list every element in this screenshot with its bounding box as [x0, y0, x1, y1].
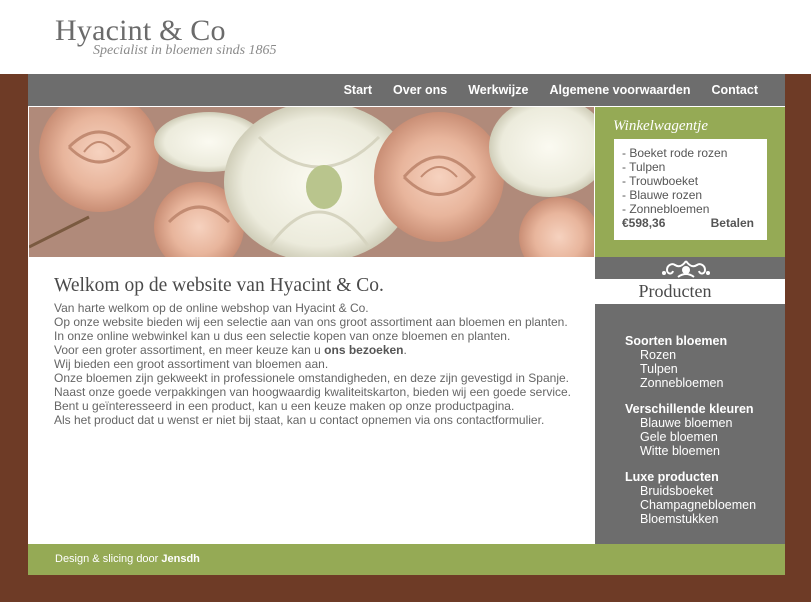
intro-line: Wij bieden een groot assortiment van blo… — [54, 357, 329, 371]
products-sidebar: Producten Soorten bloemen Rozen Tulpen Z… — [595, 257, 785, 544]
shopping-cart: Winkelwagentje - Boeket rode rozen - Tul… — [595, 107, 785, 257]
cart-total: €598,36 — [622, 216, 666, 230]
category-soorten: Soorten bloemen Rozen Tulpen Zonnebloeme… — [625, 334, 756, 390]
intro-line: Bent u geïnteresseerd in een product, ka… — [54, 399, 515, 413]
category-heading[interactable]: Soorten bloemen — [625, 334, 756, 348]
visit-text: Voor een groter assortiment, en meer keu… — [54, 343, 325, 357]
intro-line: Voor een groter assortiment, en meer keu… — [54, 343, 574, 357]
cart-box: - Boeket rode rozen - Tulpen - Trouwboek… — [614, 139, 767, 240]
category-luxe: Luxe producten Bruidsboeket Champagneblo… — [625, 470, 756, 526]
page-frame: Start Over ons Werkwijze Algemene voorwa… — [28, 74, 785, 575]
category-item[interactable]: Bloemstukken — [625, 512, 756, 526]
category-item[interactable]: Champagnebloemen — [625, 498, 756, 512]
cart-title: Winkelwagentje — [613, 118, 708, 134]
category-item[interactable]: Rozen — [625, 348, 756, 362]
cart-item[interactable]: - Tulpen — [622, 160, 767, 174]
visit-link[interactable]: ons bezoeken — [324, 343, 403, 357]
header-band: Hyacint & Co Specialist in bloemen sinds… — [0, 0, 811, 74]
category-item[interactable]: Tulpen — [625, 362, 756, 376]
visit-suffix: . — [403, 343, 407, 357]
category-heading[interactable]: Luxe producten — [625, 470, 756, 484]
category-item[interactable]: Gele bloemen — [625, 430, 756, 444]
brand-tagline: Specialist in bloemen sinds 1865 — [93, 43, 277, 58]
cart-item[interactable]: - Blauwe rozen — [622, 188, 767, 202]
category-item[interactable]: Blauwe bloemen — [625, 416, 756, 430]
intro-line: Naast onze goede verpakkingen van hoogwa… — [54, 385, 571, 399]
category-kleuren: Verschillende kleuren Blauwe bloemen Gel… — [625, 402, 756, 458]
main-nav: Start Over ons Werkwijze Algemene voorwa… — [28, 74, 785, 106]
products-title: Producten — [638, 281, 712, 301]
footer-author-link[interactable]: Jensdh — [161, 553, 200, 565]
intro-line: Op onze website bieden wij een selectie … — [54, 315, 568, 329]
intro-line: In onze online webwinkel kan u dus een s… — [54, 329, 511, 343]
product-categories: Soorten bloemen Rozen Tulpen Zonnebloeme… — [625, 334, 756, 538]
category-heading[interactable]: Verschillende kleuren — [625, 402, 756, 416]
cart-item[interactable]: - Boeket rode rozen — [622, 146, 767, 160]
footer: Design & slicing door Jensdh — [28, 544, 785, 575]
cart-item[interactable]: - Trouwboeket — [622, 174, 767, 188]
brand-logo[interactable]: Hyacint & Co Specialist in bloemen sinds… — [55, 14, 277, 58]
cart-item[interactable]: - Zonnebloemen — [622, 202, 767, 216]
nav-contact[interactable]: Contact — [711, 83, 758, 97]
intro-line: Van harte welkom op de online webshop va… — [54, 301, 369, 315]
page-title: Welkom op de website van Hyacint & Co. — [54, 275, 384, 296]
nav-algemene-voorwaarden[interactable]: Algemene voorwaarden — [549, 83, 690, 97]
cart-total-row: €598,36 Betalen — [622, 216, 754, 230]
pay-button[interactable]: Betalen — [711, 216, 754, 230]
nav-werkwijze[interactable]: Werkwijze — [468, 83, 528, 97]
category-item[interactable]: Zonnebloemen — [625, 376, 756, 390]
footer-credit: Design & slicing door — [55, 553, 162, 565]
hero-flowers-image — [29, 107, 594, 257]
nav-start[interactable]: Start — [344, 83, 372, 97]
intro-line: Als het product dat u wenst er niet bij … — [54, 413, 545, 427]
category-item[interactable]: Bruidsboeket — [625, 484, 756, 498]
category-item[interactable]: Witte bloemen — [625, 444, 756, 458]
nav-over-ons[interactable]: Over ons — [393, 83, 447, 97]
intro-line: Onze bloemen zijn gekweekt in profession… — [54, 371, 569, 385]
main-content: Welkom op de website van Hyacint & Co. V… — [54, 275, 574, 427]
